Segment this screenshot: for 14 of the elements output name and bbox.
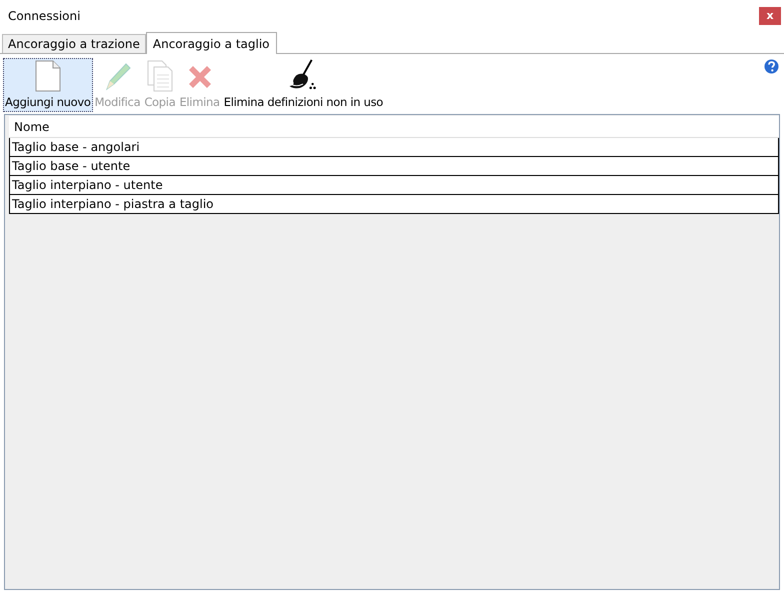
tab[interactable]: Ancoraggio a trazione — [2, 34, 146, 53]
help-icon[interactable] — [764, 59, 779, 74]
copy-icon — [146, 60, 174, 92]
column-header[interactable]: Nome — [9, 116, 779, 137]
table-cell[interactable]: Taglio base - utente — [10, 157, 778, 175]
table-cell[interactable]: Taglio base - angolari — [10, 138, 778, 156]
close-button[interactable]: x — [759, 7, 781, 25]
toolbar-button[interactable]: Aggiungi nuovo — [3, 58, 93, 112]
toolbar-button[interactable]: Elimina definizioni non in uso — [222, 58, 386, 112]
table-cell[interactable]: Taglio interpiano - utente — [10, 176, 778, 194]
document-icon — [34, 60, 61, 92]
window-title: Connessioni — [8, 8, 80, 25]
table-cell[interactable]: Taglio interpiano - piastra a taglio — [10, 195, 778, 213]
tab[interactable]: Ancoraggio a taglio — [146, 32, 277, 54]
